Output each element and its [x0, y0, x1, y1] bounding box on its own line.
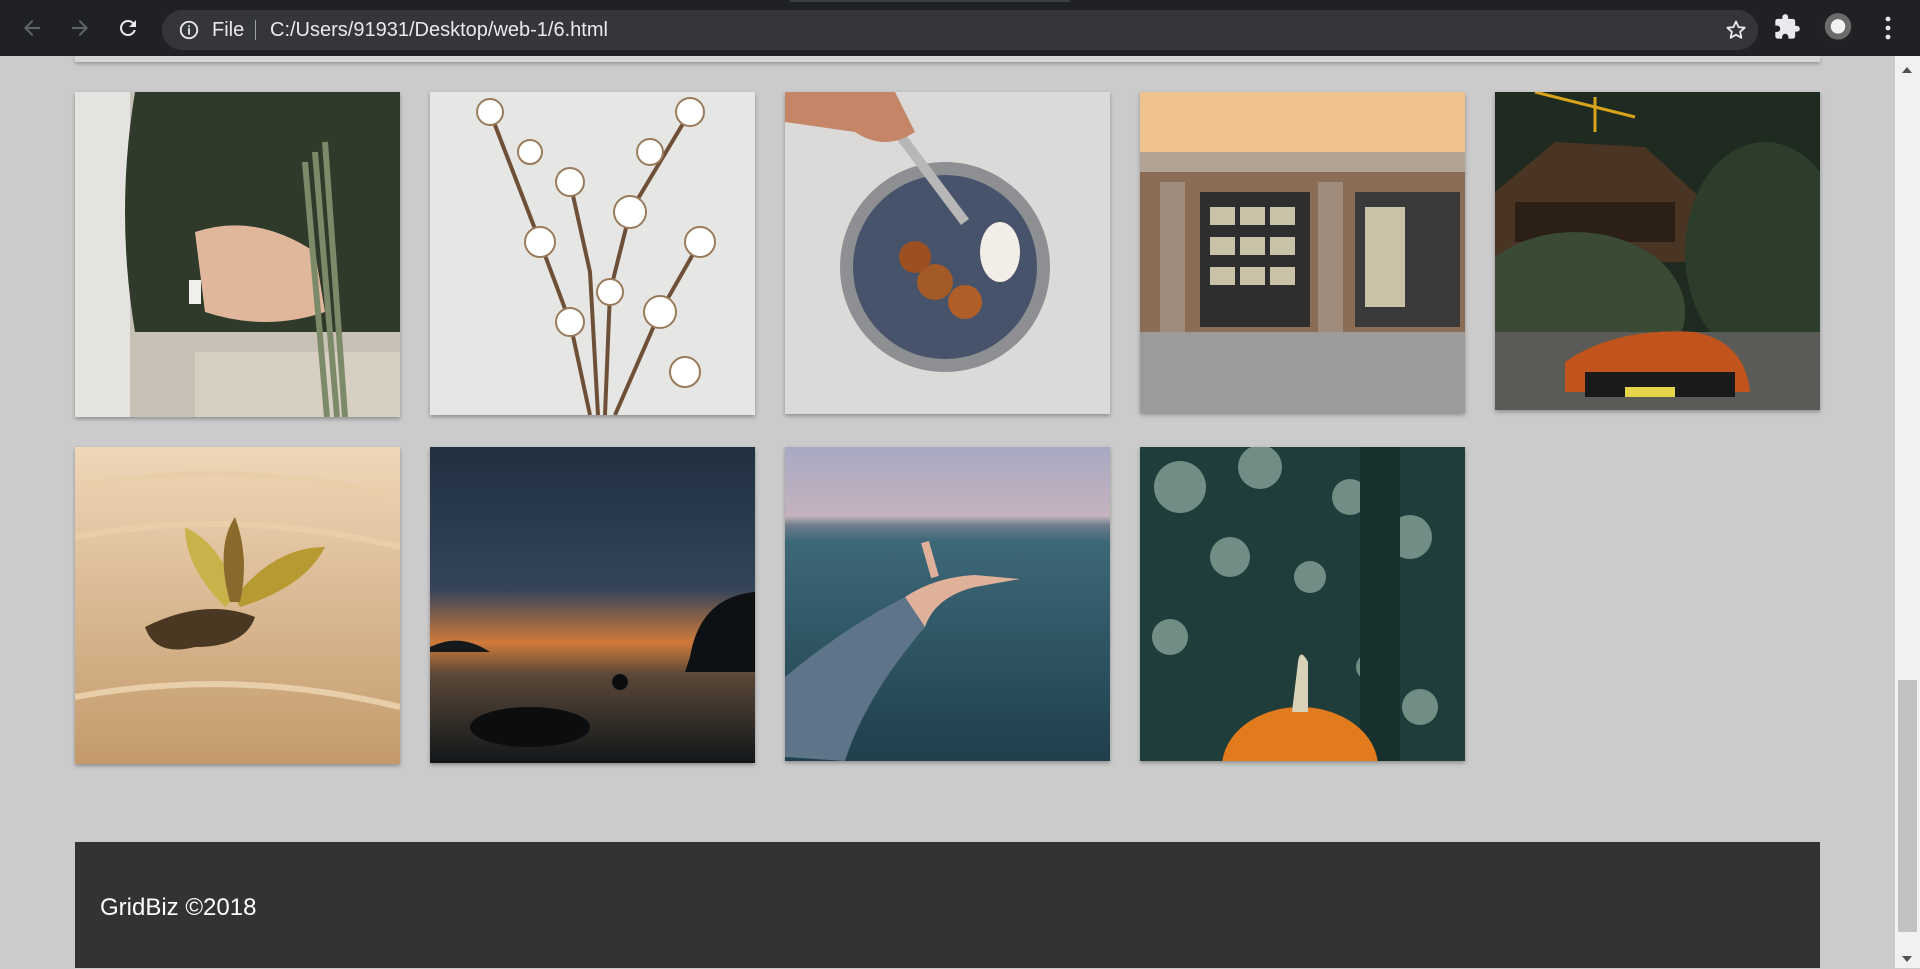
bookmark-star-icon[interactable] — [1724, 18, 1748, 47]
gallery-image-4[interactable] — [1140, 92, 1465, 413]
address-separator — [255, 20, 256, 40]
gallery-image-8[interactable] — [785, 447, 1110, 761]
footer-copyright: GridBiz ©2018 — [100, 894, 257, 921]
gallery-image-5[interactable] — [1495, 92, 1820, 410]
profile-avatar[interactable] — [1822, 12, 1854, 44]
forward-button[interactable] — [63, 11, 97, 45]
scroll-up-arrow-icon[interactable] — [1900, 62, 1914, 80]
scroll-down-arrow-icon[interactable] — [1900, 951, 1914, 969]
extensions-puzzle-icon[interactable] — [1773, 13, 1801, 46]
gallery-image-2[interactable] — [430, 92, 755, 415]
address-bar[interactable]: File C:/Users/91931/Desktop/web-1/6.html — [162, 10, 1758, 50]
back-button[interactable] — [15, 11, 49, 45]
gallery-image-6[interactable] — [75, 447, 400, 764]
gallery-image-1[interactable] — [75, 92, 400, 417]
scrollbar-thumb[interactable] — [1898, 680, 1917, 932]
reload-icon — [120, 20, 136, 36]
gallery-image-9[interactable] — [1140, 447, 1465, 761]
arrow-right-icon — [72, 20, 88, 36]
active-tab-indicator — [790, 0, 1070, 2]
reload-button[interactable] — [111, 11, 145, 45]
more-menu-icon[interactable] — [1876, 14, 1900, 47]
arrow-left-icon — [24, 20, 40, 36]
gallery-image-7[interactable] — [430, 447, 755, 763]
nav-bar-bottom-edge — [75, 56, 1820, 62]
url-text[interactable]: C:/Users/91931/Desktop/web-1/6.html — [270, 20, 608, 40]
browser-toolbar: File C:/Users/91931/Desktop/web-1/6.html — [0, 0, 1920, 56]
gallery-image-3[interactable] — [785, 92, 1110, 414]
file-label: File — [212, 19, 245, 41]
info-icon[interactable] — [178, 19, 200, 46]
page-footer: GridBiz ©2018 — [75, 842, 1820, 968]
